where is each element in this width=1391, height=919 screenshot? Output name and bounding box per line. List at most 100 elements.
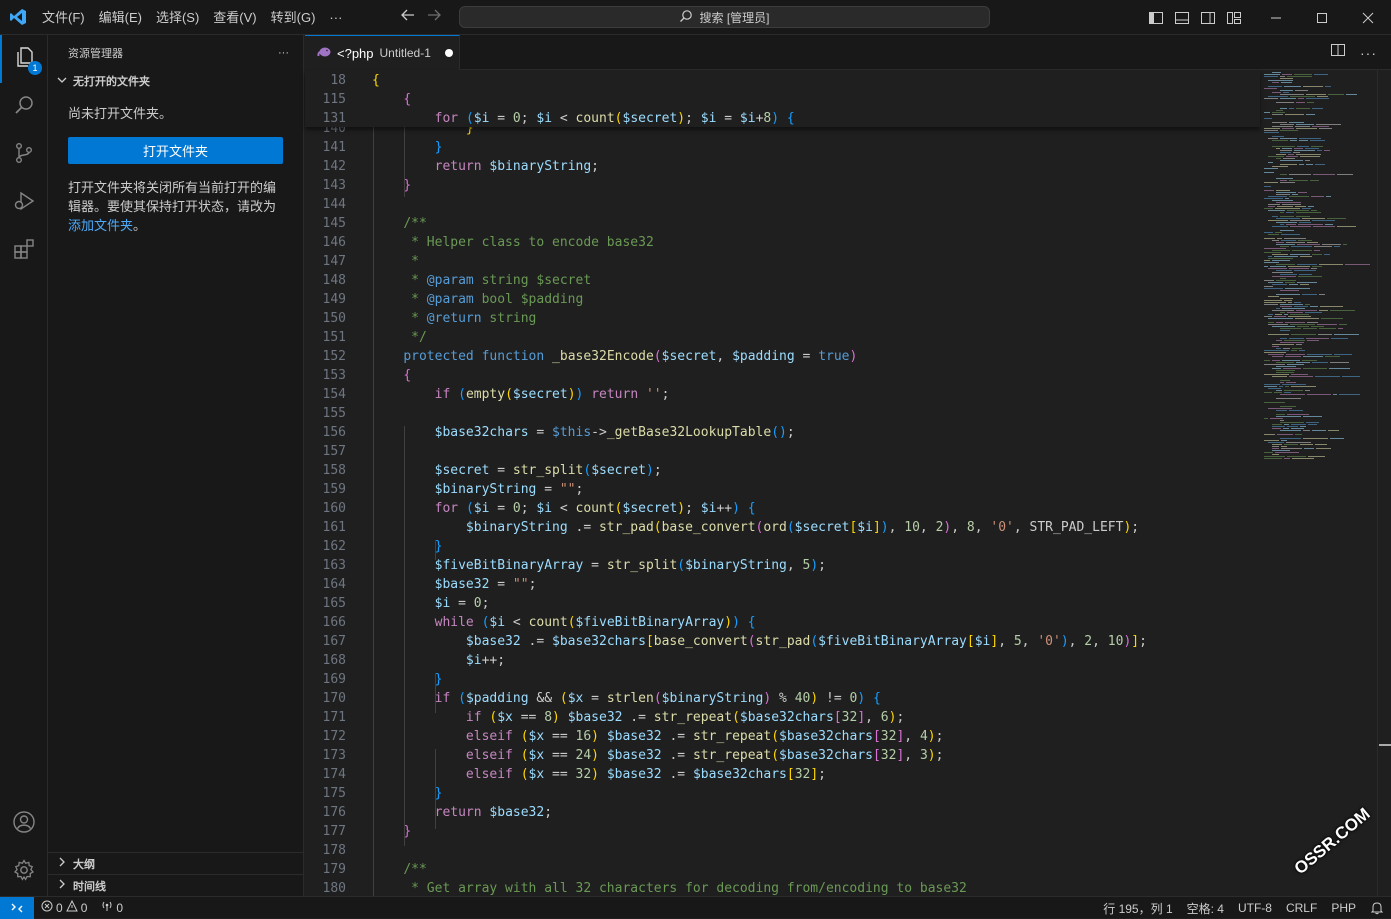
code-line[interactable]: 145 /** bbox=[305, 214, 1265, 233]
code-line[interactable]: 131 for ($i = 0; $i < count($secret); $i… bbox=[305, 109, 1265, 128]
tab-untitled-1[interactable]: <?php Untitled-1 bbox=[305, 35, 460, 70]
menu-selection[interactable]: 选择(S) bbox=[149, 0, 206, 35]
no-folder-section-header[interactable]: 无打开的文件夹 bbox=[48, 70, 303, 92]
code-line[interactable]: 178 bbox=[305, 841, 1265, 860]
menu-file[interactable]: 文件(F) bbox=[35, 0, 92, 35]
minimize-icon[interactable] bbox=[1253, 0, 1299, 35]
line-number[interactable]: 179 bbox=[305, 860, 346, 879]
code-line[interactable]: 167 $base32 .= $base32chars[base_convert… bbox=[305, 632, 1265, 651]
line-number[interactable]: 168 bbox=[305, 651, 346, 670]
line-number[interactable]: 178 bbox=[305, 841, 346, 860]
toggle-secondary-sidebar-icon[interactable] bbox=[1200, 10, 1216, 26]
line-number[interactable]: 153 bbox=[305, 366, 346, 385]
code-line[interactable]: 177 } bbox=[305, 822, 1265, 841]
line-number[interactable]: 165 bbox=[305, 594, 346, 613]
line-number[interactable]: 18 bbox=[305, 71, 346, 90]
menu-go[interactable]: 转到(G) bbox=[264, 0, 323, 35]
problems-status[interactable]: 0 0 bbox=[34, 897, 94, 919]
split-editor-icon[interactable] bbox=[1330, 42, 1346, 63]
code-line[interactable]: 142 return $binaryString; bbox=[305, 157, 1265, 176]
line-number[interactable]: 143 bbox=[305, 176, 346, 195]
line-number[interactable]: 150 bbox=[305, 309, 346, 328]
line-number[interactable]: 170 bbox=[305, 689, 346, 708]
manage-button[interactable] bbox=[0, 848, 48, 896]
line-number[interactable]: 163 bbox=[305, 556, 346, 575]
more-actions-icon[interactable]: ··· bbox=[1360, 45, 1377, 61]
code-line[interactable]: 146 * Helper class to encode base32 bbox=[305, 233, 1265, 252]
code-line[interactable]: 164 $base32 = ""; bbox=[305, 575, 1265, 594]
back-arrow-icon[interactable] bbox=[400, 7, 416, 28]
menu-more[interactable]: ··· bbox=[322, 0, 349, 35]
open-folder-button[interactable]: 打开文件夹 bbox=[68, 137, 283, 164]
code-line[interactable]: 168 $i++; bbox=[305, 651, 1265, 670]
line-number[interactable]: 152 bbox=[305, 347, 346, 366]
toggle-panel-icon[interactable] bbox=[1174, 10, 1190, 26]
line-number[interactable]: 149 bbox=[305, 290, 346, 309]
line-number[interactable]: 171 bbox=[305, 708, 346, 727]
code-line[interactable]: 172 elseif ($x == 16) $base32 .= str_rep… bbox=[305, 727, 1265, 746]
code-line[interactable]: 149 * @param bool $padding bbox=[305, 290, 1265, 309]
indentation[interactable]: 空格: 4 bbox=[1180, 897, 1231, 919]
line-number[interactable]: 174 bbox=[305, 765, 346, 784]
code-line[interactable]: 115 { bbox=[305, 90, 1265, 109]
code-line[interactable]: 157 bbox=[305, 442, 1265, 461]
line-number[interactable]: 115 bbox=[305, 90, 346, 109]
code-line[interactable]: 163 $fiveBitBinaryArray = str_split($bin… bbox=[305, 556, 1265, 575]
line-number[interactable]: 169 bbox=[305, 670, 346, 689]
run-debug-button[interactable] bbox=[0, 179, 48, 227]
line-number[interactable]: 161 bbox=[305, 518, 346, 537]
explorer-button[interactable]: 1 bbox=[0, 35, 48, 83]
end-of-line[interactable]: CRLF bbox=[1279, 897, 1324, 919]
line-number[interactable]: 159 bbox=[305, 480, 346, 499]
line-number[interactable]: 176 bbox=[305, 803, 346, 822]
line-number[interactable]: 162 bbox=[305, 537, 346, 556]
code-line[interactable]: 160 for ($i = 0; $i < count($secret); $i… bbox=[305, 499, 1265, 518]
line-number[interactable]: 141 bbox=[305, 138, 346, 157]
search-view-button[interactable] bbox=[0, 83, 48, 131]
outline-section-header[interactable]: 大纲 bbox=[48, 852, 304, 874]
code-line[interactable]: 176 return $base32; bbox=[305, 803, 1265, 822]
line-number[interactable]: 155 bbox=[305, 404, 346, 423]
code-line[interactable]: 143 } bbox=[305, 176, 1265, 195]
code-line[interactable]: 144 bbox=[305, 195, 1265, 214]
code-line[interactable]: 18 { bbox=[305, 71, 1265, 90]
code-line[interactable]: 161 $binaryString .= str_pad(base_conver… bbox=[305, 518, 1265, 537]
code-line[interactable]: 170 if ($padding && ($x = strlen($binary… bbox=[305, 689, 1265, 708]
code-line[interactable]: 165 $i = 0; bbox=[305, 594, 1265, 613]
ports-status[interactable]: 0 bbox=[94, 897, 130, 919]
minimap[interactable] bbox=[1262, 70, 1376, 896]
toggle-primary-sidebar-icon[interactable] bbox=[1148, 10, 1164, 26]
accounts-button[interactable] bbox=[0, 800, 48, 848]
remote-indicator[interactable] bbox=[0, 896, 34, 919]
menu-view[interactable]: 查看(V) bbox=[206, 0, 263, 35]
unsaved-dot-icon[interactable] bbox=[444, 49, 453, 57]
code-line[interactable]: 159 $binaryString = ""; bbox=[305, 480, 1265, 499]
code-line[interactable]: 156 $base32chars = $this->_getBase32Look… bbox=[305, 423, 1265, 442]
line-number[interactable]: 131 bbox=[305, 109, 346, 128]
line-number[interactable]: 172 bbox=[305, 727, 346, 746]
sticky-scroll[interactable]: 18{115 {131 for ($i = 0; $i < count($sec… bbox=[305, 70, 1260, 127]
code-line[interactable]: 175 } bbox=[305, 784, 1265, 803]
code-editor[interactable]: 18{115 {131 for ($i = 0; $i < count($sec… bbox=[305, 70, 1265, 897]
code-line[interactable]: 169 } bbox=[305, 670, 1265, 689]
line-number[interactable]: 144 bbox=[305, 195, 346, 214]
line-number[interactable]: 142 bbox=[305, 157, 346, 176]
line-number[interactable]: 175 bbox=[305, 784, 346, 803]
code-line[interactable]: 152 protected function _base32Encode($se… bbox=[305, 347, 1265, 366]
command-center-search[interactable]: 搜索 [管理员] bbox=[459, 6, 990, 28]
line-number[interactable]: 146 bbox=[305, 233, 346, 252]
line-number[interactable]: 177 bbox=[305, 822, 346, 841]
menu-edit[interactable]: 编辑(E) bbox=[92, 0, 149, 35]
line-number[interactable]: 156 bbox=[305, 423, 346, 442]
code-line[interactable]: 150 * @return string bbox=[305, 309, 1265, 328]
code-line[interactable]: 154 if (empty($secret)) return ''; bbox=[305, 385, 1265, 404]
code-line[interactable]: 158 $secret = str_split($secret); bbox=[305, 461, 1265, 480]
line-number[interactable]: 164 bbox=[305, 575, 346, 594]
encoding[interactable]: UTF-8 bbox=[1231, 897, 1279, 919]
customize-layout-icon[interactable] bbox=[1226, 10, 1242, 26]
code-line[interactable]: 179 /** bbox=[305, 860, 1265, 879]
source-control-button[interactable] bbox=[0, 131, 48, 179]
timeline-section-header[interactable]: 时间线 bbox=[48, 874, 304, 896]
code-line[interactable]: 155 bbox=[305, 404, 1265, 423]
code-line[interactable]: 148 * @param string $secret bbox=[305, 271, 1265, 290]
